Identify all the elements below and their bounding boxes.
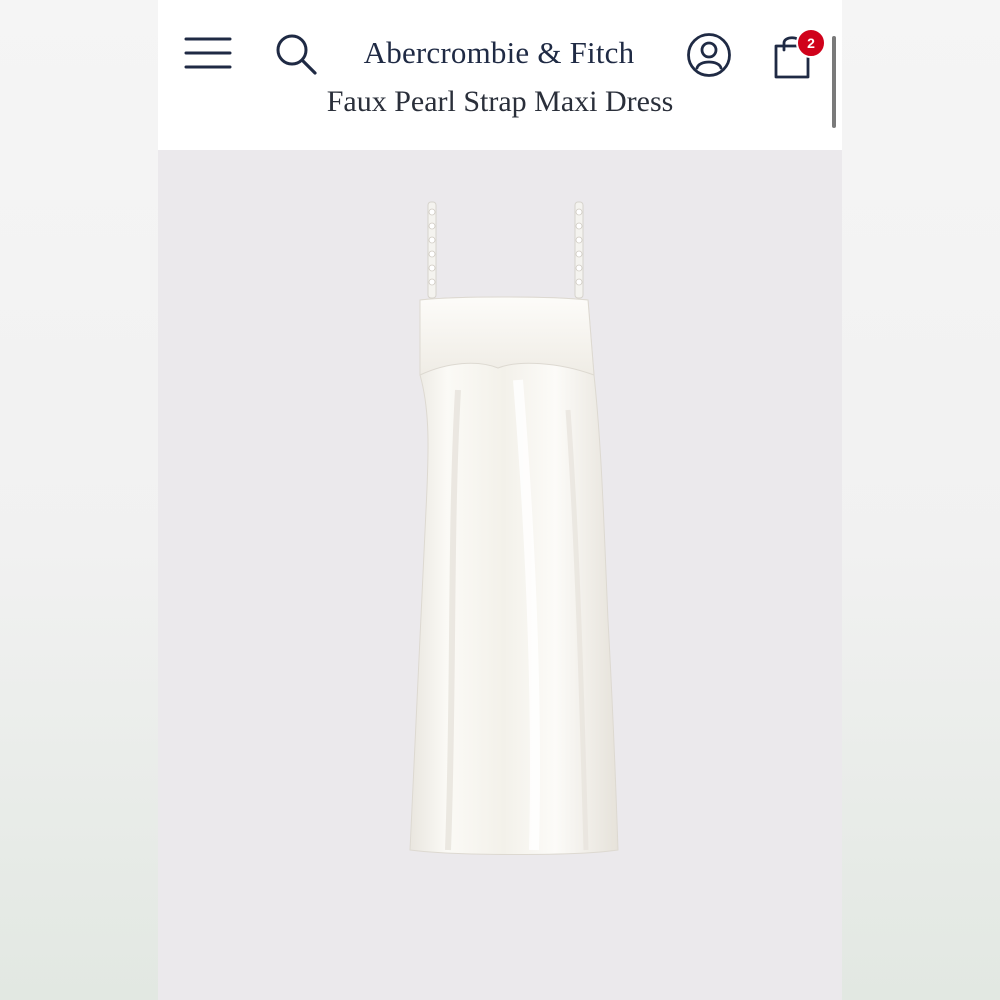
menu-button[interactable]: [180, 28, 236, 78]
hamburger-menu-icon: [184, 37, 232, 69]
left-strap: [427, 201, 437, 299]
product-title: Faux Pearl Strap Maxi Dress: [326, 85, 674, 118]
right-strap: [574, 201, 584, 299]
account-button[interactable]: [682, 28, 736, 82]
shopping-bag-button[interactable]: 2: [768, 24, 826, 84]
background-left: [0, 0, 158, 1000]
scrollbar[interactable]: [832, 36, 836, 128]
dress-illustration: [409, 201, 619, 855]
dress-bodice: [419, 296, 595, 376]
product-image[interactable]: [158, 150, 842, 1000]
background-right: [842, 0, 1000, 1000]
search-button[interactable]: [270, 28, 322, 80]
mobile-screen: Abercrombie & Fitch 2 Faux Pearl Strap M…: [158, 0, 842, 1000]
search-icon: [276, 34, 317, 75]
cart-count-badge: 2: [796, 28, 826, 58]
account-icon: [687, 33, 731, 77]
site-header: Abercrombie & Fitch 2 Faux Pearl Strap M…: [158, 0, 842, 150]
brand-logo[interactable]: Abercrombie & Fitch: [334, 30, 664, 76]
